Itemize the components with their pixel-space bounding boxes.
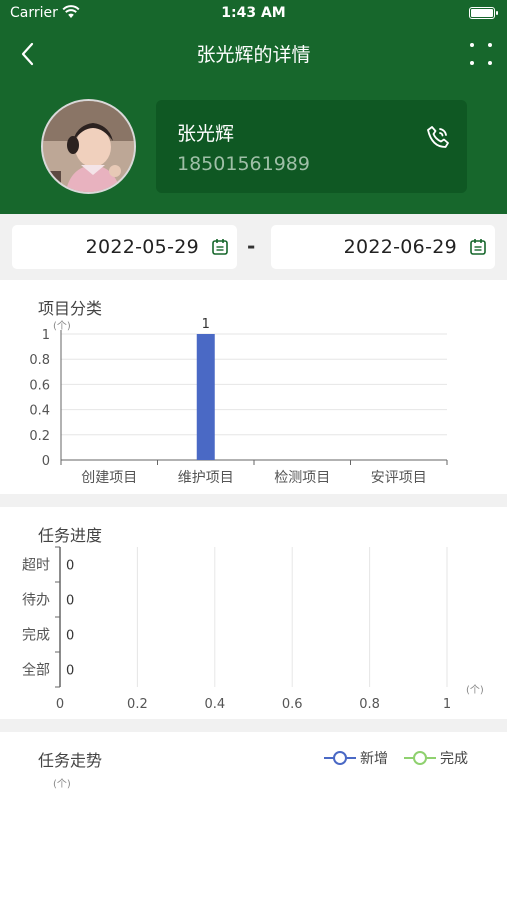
x-tick-label: 0.8 [359,697,380,712]
y-tick-label: 全部 [22,662,50,679]
task-trend-title: 任务走势 [38,751,103,770]
page-title: 张光辉的详情 [196,44,311,66]
legend-done-label: 完成 [440,751,468,767]
y-tick-label: 0.8 [29,353,50,368]
x-tick-label: 维护项目 [178,470,234,486]
y-tick-label: 0 [42,454,50,469]
avatar [41,99,136,194]
end-date-value: 2022-06-29 [343,236,457,258]
bar-data-label: 0 [66,629,74,644]
status-bar: Carrier 1:43 AM [0,0,507,28]
trend-chart-unit: (个) [53,779,71,790]
navigation-bar: 张光辉的详情 [0,34,507,74]
x-tick-label: 0.2 [127,697,148,712]
profile-phone[interactable]: 18501561989 [177,153,310,175]
phone-call-icon [427,126,449,148]
bar-data-label: 0 [66,594,74,609]
x-tick-label: 0.4 [204,697,225,712]
more-options-button[interactable] [467,40,495,68]
y-tick-label: 0.4 [29,404,50,419]
y-tick-label: 0.6 [29,378,50,393]
end-date-picker[interactable]: 2022-06-29 [271,225,495,269]
profile-header: Carrier 1:43 AM 张光辉的详情 张光辉 18501561989 [0,0,507,214]
project-category-card: 项目分类 (个) 0 0.2 0.4 0.6 0.8 1 创建项目 1 维护项目 检测项目 安评项目 [0,280,507,494]
status-time: 1:43 AM [221,5,286,21]
calendar-icon [212,239,228,255]
battery-icon [469,7,498,19]
x-tick-label: 1 [443,697,451,712]
project-category-chart: 0 0.2 0.4 0.6 0.8 1 创建项目 1 维护项目 检测项目 安评项目 [29,317,448,486]
task-progress-chart: 0 0.2 0.4 0.6 0.8 1 超时 0 待办 0 完成 0 全部 0 [22,546,451,712]
legend-new-label: 新增 [360,751,388,767]
bar [196,334,215,460]
x-tick-label: 0 [56,697,64,712]
legend-done-swatch [404,751,436,765]
call-button[interactable] [423,122,453,152]
start-date-picker[interactable]: 2022-05-29 [12,225,237,269]
y-tick-label: 待办 [22,593,50,609]
bar-data-label: 1 [202,317,210,332]
legend-item-new[interactable]: 新增 [324,748,388,768]
y-tick-label: 1 [42,328,50,343]
x-tick-label: 0.6 [282,697,303,712]
profile-name: 张光辉 [177,123,235,145]
y-tick-label: 超时 [22,558,50,574]
date-range-separator: - [247,234,256,258]
x-tick-label: 安评项目 [371,470,427,486]
y-tick-label: 0.2 [29,429,50,444]
avatar-photo [43,101,134,192]
x-tick-label: 创建项目 [81,470,137,486]
start-date-value: 2022-05-29 [85,236,199,258]
profile-info-card: 张光辉 18501561989 [156,100,467,193]
x-tick-label: 检测项目 [274,470,330,486]
y-tick-label: 完成 [22,628,50,644]
task-progress-card: 任务进度 (个) 0 0.2 0.4 0.6 0.8 1 超时 0 待办 0 完成 0 全部 0 [0,507,507,719]
bar-data-label: 0 [66,664,74,679]
bar-data-label: 0 [66,559,74,574]
calendar-icon [470,239,486,255]
legend-new-swatch [324,751,356,765]
legend-item-done[interactable]: 完成 [404,748,468,768]
